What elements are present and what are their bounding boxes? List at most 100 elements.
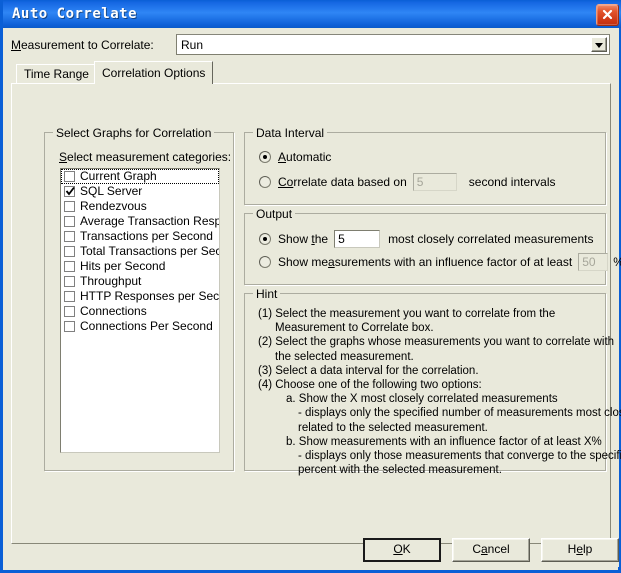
tab-strip: Time Range Correlation Options <box>11 61 611 84</box>
list-item[interactable]: Total Transactions per Second <box>61 244 219 259</box>
correlation-options-panel: Select Graphs for Correlation Select mea… <box>11 83 621 544</box>
list-label-rest: elect measurement categories: <box>67 150 232 164</box>
list-item-label: Connections Per Second <box>80 319 213 333</box>
hint-text: (1) Select the measurement you want to c… <box>258 307 621 477</box>
radio-automatic[interactable]: Automatic <box>259 150 331 164</box>
hint-line: (4) Choose one of the following two opti… <box>258 379 482 392</box>
interval-seconds-input[interactable]: 5 <box>412 173 457 191</box>
list-item-label: HTTP Responses per Second <box>80 289 220 303</box>
influence-factor-label: Show measurements with an influence fact… <box>278 255 572 269</box>
accel-a: a <box>480 542 488 556</box>
label-lead: Show <box>278 232 312 246</box>
hint-line: (3) Select a data interval for the corre… <box>258 364 479 377</box>
list-item[interactable]: Average Transaction Response Time <box>61 214 219 229</box>
hint-line: Measurement to Correlate box. <box>275 322 434 335</box>
radio-unselected-icon[interactable] <box>259 176 271 188</box>
hint-line: (1) Select the measurement you want to c… <box>258 308 556 320</box>
label-rest: surements with an influence factor of at… <box>334 255 573 269</box>
label-rest: easurement to Correlate: <box>21 38 154 52</box>
help-button[interactable]: Help <box>541 538 619 562</box>
checkbox-unchecked-icon[interactable] <box>64 216 75 227</box>
radio-correlate-data-based-on[interactable]: Correlate data based on 5 second interva… <box>259 173 555 191</box>
accel-a: a <box>328 255 335 269</box>
list-item-label: SQL Server <box>80 184 143 198</box>
select-graphs-group-title: Select Graphs for Correlation <box>53 126 215 140</box>
title-bar: Auto Correlate <box>3 0 621 28</box>
list-item[interactable]: Transactions per Second <box>61 229 219 244</box>
label-rest: he <box>314 232 329 246</box>
radio-automatic-label: Automatic <box>278 150 331 164</box>
list-item[interactable]: Throughput <box>61 274 219 289</box>
measurement-categories-listbox[interactable]: Current Graph SQL Server Rendezvous Aver… <box>60 168 220 453</box>
measurement-to-correlate-label: Measurement to Correlate: <box>11 38 154 52</box>
window-title: Auto Correlate <box>12 6 138 22</box>
list-item-label: Hits per Second <box>80 259 166 273</box>
radio-correlate-label: Correlate data based on <box>278 175 407 189</box>
list-item-label: Current Graph <box>80 169 157 183</box>
list-item[interactable]: Hits per Second <box>61 259 219 274</box>
hint-line: the selected measurement. <box>275 350 414 363</box>
checkbox-unchecked-icon[interactable] <box>64 291 75 302</box>
list-item-label: Rendezvous <box>80 199 147 213</box>
radio-selected-icon[interactable] <box>259 151 271 163</box>
radio-show-influence-factor[interactable]: Show measurements with an influence fact… <box>259 253 621 271</box>
checkbox-unchecked-icon[interactable] <box>64 246 75 257</box>
hint-line: b. Show measurements with an influence f… <box>286 435 602 448</box>
tab-time-range[interactable]: Time Range <box>16 64 97 83</box>
tab-correlation-options[interactable]: Correlation Options <box>94 61 214 84</box>
select-measurement-categories-label: Select measurement categories: <box>59 150 231 164</box>
ok-label-rest: K <box>402 542 411 556</box>
measurement-to-correlate-combobox[interactable]: Run <box>176 34 610 55</box>
output-groupbox: Output Show the 5 most closely correlate… <box>244 207 621 285</box>
interval-suffix-label: second intervals <box>468 175 556 189</box>
data-interval-groupbox: Data Interval Automatic Correlate data b… <box>244 126 606 205</box>
ok-button[interactable]: OK <box>363 538 441 562</box>
checkbox-unchecked-icon[interactable] <box>64 171 75 182</box>
accel-m: M <box>11 38 21 52</box>
checkbox-unchecked-icon[interactable] <box>64 276 75 287</box>
radio-unselected-icon[interactable] <box>259 256 271 268</box>
most-correlated-suffix-label: most closely correlated measurements <box>388 232 594 246</box>
list-item[interactable]: Connections <box>61 304 219 319</box>
checkbox-unchecked-icon[interactable] <box>64 231 75 242</box>
accel-s: S <box>59 150 68 164</box>
list-item[interactable]: Rendezvous <box>61 199 219 214</box>
list-item-label: Average Transaction Response Time <box>80 214 220 228</box>
accel-co: Co <box>278 175 294 189</box>
cancel-button[interactable]: Cancel <box>452 538 530 562</box>
checkbox-unchecked-icon[interactable] <box>64 201 75 212</box>
influence-factor-input[interactable]: 50 <box>578 253 609 271</box>
list-item[interactable]: Connections Per Second <box>61 319 219 334</box>
dialog-client-area: Measurement to Correlate: Run Time Range… <box>6 28 621 567</box>
show-the-label: Show the <box>278 232 328 246</box>
list-item[interactable]: SQL Server <box>61 184 219 199</box>
data-interval-group-title: Data Interval <box>253 126 328 140</box>
accel-a: A <box>278 150 287 164</box>
list-item[interactable]: HTTP Responses per Second <box>61 289 219 304</box>
chevron-down-icon[interactable] <box>591 37 607 52</box>
select-graphs-groupbox: Select Graphs for Correlation Select mea… <box>44 126 234 471</box>
close-icon[interactable] <box>596 4 619 26</box>
list-item-label: Connections <box>80 304 147 318</box>
checkbox-unchecked-icon[interactable] <box>64 321 75 332</box>
list-item[interactable]: Current Graph <box>61 169 219 184</box>
label-rest: utomatic <box>286 150 332 164</box>
hint-line: - displays only those measurements that … <box>298 450 621 463</box>
list-item-label: Transactions per Second <box>80 229 213 243</box>
checkbox-checked-icon[interactable] <box>64 186 75 197</box>
most-correlated-count-input[interactable]: 5 <box>334 230 381 248</box>
checkbox-unchecked-icon[interactable] <box>64 261 75 272</box>
accel-o: O <box>393 542 403 556</box>
hint-groupbox: Hint (1) Select the measurement you want… <box>244 287 621 476</box>
hint-line: - displays only the specified number of … <box>298 407 621 420</box>
hint-group-title: Hint <box>253 287 281 301</box>
list-item-label: Throughput <box>80 274 142 288</box>
hint-line: (2) Select the graphs whose measurements… <box>258 336 615 349</box>
hint-line: related to the selected measurement. <box>298 421 488 434</box>
checkbox-unchecked-icon[interactable] <box>64 306 75 317</box>
auto-correlate-dialog: Auto Correlate Measurement to Correlate:… <box>0 0 621 573</box>
label-lead: Show me <box>278 255 329 269</box>
measurement-to-correlate-row: Measurement to Correlate: Run <box>11 34 611 56</box>
radio-selected-icon[interactable] <box>259 233 271 245</box>
radio-show-the-n-most-correlated[interactable]: Show the 5 most closely correlated measu… <box>259 230 593 248</box>
